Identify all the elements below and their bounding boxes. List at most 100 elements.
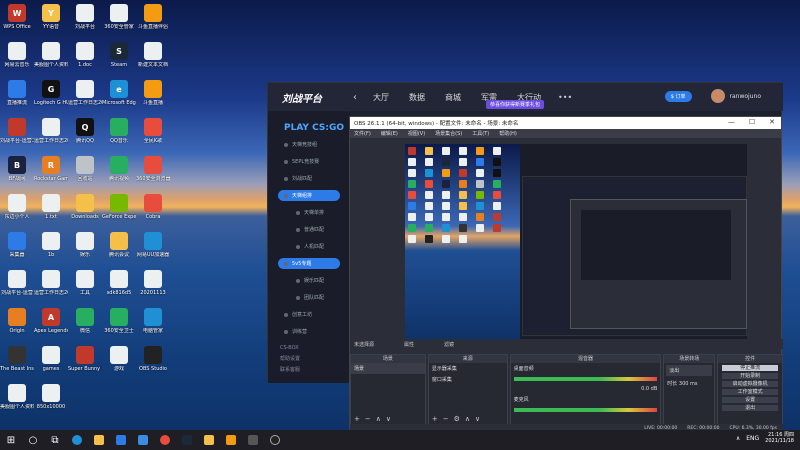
obs-icon[interactable] xyxy=(264,430,286,450)
sidebar-menu-item[interactable]: 娱乐匹配 xyxy=(278,275,340,286)
desktop-icon[interactable]: 850x10000 xyxy=(34,382,68,420)
promo-badge[interactable]: 恭喜你获得新赛季礼包 xyxy=(486,100,545,109)
transition-select[interactable]: 淡出 xyxy=(666,365,713,376)
wps-icon[interactable] xyxy=(198,430,220,450)
menu-edit[interactable]: 编辑(E) xyxy=(381,130,398,137)
studio-mode-button[interactable]: 工作室模式 xyxy=(722,389,778,395)
desktop-icon[interactable]: 1.txt xyxy=(34,192,68,230)
start-recording-button[interactable]: 开始录制 xyxy=(722,373,778,379)
desktop-icon[interactable]: B BF战网 xyxy=(0,154,34,192)
desktop-icon[interactable]: 网易UU加速器 xyxy=(136,230,170,268)
add-icon[interactable]: + xyxy=(432,415,438,423)
desktop-icon[interactable]: 20201113 xyxy=(136,268,170,306)
desktop-icon[interactable]: 微信 xyxy=(68,306,102,344)
more-icon[interactable]: ••• xyxy=(558,93,572,102)
desktop-icon[interactable]: 刘战平台-运营 xyxy=(0,268,34,306)
desktop-icon[interactable]: OBS Studio xyxy=(136,344,170,382)
sidebar-menu-item[interactable]: 5EPL竞技赛 xyxy=(278,156,340,167)
desktop-icon[interactable]: 网易云音乐 xyxy=(0,40,34,78)
sidebar-menu-item[interactable]: 人机匹配 xyxy=(278,241,340,252)
back-icon[interactable]: ‹ xyxy=(340,92,370,103)
up-icon[interactable]: ∧ xyxy=(376,415,381,423)
desktop-icon[interactable]: 斗鱼直播伴侣 xyxy=(136,2,170,40)
minimize-icon[interactable]: — xyxy=(728,118,735,126)
file-explorer-icon[interactable] xyxy=(88,430,110,450)
gear-icon[interactable]: ⚙ xyxy=(454,415,460,423)
properties-button[interactable]: 属性 xyxy=(404,341,414,348)
desktop-icon[interactable]: 娱乐 xyxy=(68,230,102,268)
sidebar-menu-item[interactable]: 天梯组排 xyxy=(278,190,340,201)
language-indicator[interactable]: ENG xyxy=(746,435,759,442)
desktop-icon[interactable]: sdk816d5 xyxy=(102,268,136,306)
desktop-icon[interactable]: 斗鱼直播 xyxy=(136,78,170,116)
desktop-icon[interactable]: e Microsoft Edge xyxy=(102,78,136,116)
desktop-icon[interactable]: Origin xyxy=(0,306,34,344)
tray-expand-icon[interactable]: ∧ xyxy=(736,435,740,442)
source-item[interactable]: 窗口采集 xyxy=(429,374,507,385)
steam-icon[interactable] xyxy=(176,430,198,450)
edge-icon[interactable] xyxy=(66,430,88,450)
desktop-icon[interactable]: 游戏 xyxy=(102,344,136,382)
platform-icon[interactable] xyxy=(242,430,264,450)
desktop-icon[interactable]: W WPS Office xyxy=(0,2,34,40)
desktop-icon[interactable]: Q 腾讯QQ xyxy=(68,116,102,154)
desktop-icon[interactable]: 腾讯视频 xyxy=(102,154,136,192)
desktop-icon[interactable]: 东边小个人 xyxy=(0,192,34,230)
desktop-icon[interactable]: 电脑管家 xyxy=(136,306,170,344)
sidebar-menu-item[interactable]: 5v5专题 xyxy=(278,258,340,269)
desktop-icon[interactable]: 刘战平台-运营工作日志 xyxy=(0,116,34,154)
desktop-icon[interactable]: 回收站 xyxy=(68,154,102,192)
desktop-icon[interactable]: 美服图个人资料1 xyxy=(34,40,68,78)
sidebar-menu-item[interactable]: 刘战匹配 xyxy=(278,173,340,184)
orders-button[interactable]: $ 订单 xyxy=(664,90,692,102)
remove-icon[interactable]: − xyxy=(365,415,371,423)
desktop-icon[interactable]: 运营工作日志20210503 xyxy=(34,268,68,306)
desktop-icon[interactable]: R Rockstar Games xyxy=(34,154,68,192)
sidebar-menu-item[interactable]: 普通匹配 xyxy=(278,224,340,235)
chrome-icon[interactable] xyxy=(154,430,176,450)
desktop-icon[interactable]: S Steam xyxy=(102,40,136,78)
footer-help[interactable]: 帮助设置 xyxy=(280,355,300,362)
footer-csbox[interactable]: CS-BOX xyxy=(280,345,300,351)
desktop-icon[interactable]: Downloads xyxy=(68,192,102,230)
desktop-icon[interactable]: games xyxy=(34,344,68,382)
source-item[interactable]: 显示器采集 xyxy=(429,363,507,374)
start-icon[interactable]: ⊞ xyxy=(0,430,22,450)
douyu-icon[interactable] xyxy=(220,430,242,450)
desktop-icon[interactable]: 采集器 xyxy=(0,230,34,268)
desktop-icon[interactable]: The Beast Inside xyxy=(0,344,34,382)
virtual-camera-button[interactable]: 启动虚拟摄像机 xyxy=(722,381,778,387)
menu-view[interactable]: 视图(V) xyxy=(408,130,425,137)
desktop-icon[interactable]: 腾讯会议 xyxy=(102,230,136,268)
desktop-icon[interactable]: QQ音乐 xyxy=(102,116,136,154)
up-icon[interactable]: ∧ xyxy=(465,415,470,423)
sidebar-menu-item[interactable]: 天梯单排 xyxy=(278,207,340,218)
desktop-icon[interactable]: 美服图个人资料 xyxy=(0,382,34,420)
desktop-icon[interactable]: Y YY语音 xyxy=(34,2,68,40)
nav-shop[interactable]: 商城 xyxy=(442,92,464,103)
desktop-icon[interactable]: Super Bunny Man xyxy=(68,344,102,382)
nav-lobby[interactable]: 大厅 xyxy=(370,92,392,103)
clock[interactable]: 21:16 周四 2021/11/18 xyxy=(765,432,794,444)
desktop-icon[interactable]: GeForce Experience xyxy=(102,192,136,230)
sidebar-menu-item[interactable]: 天梯竞技组 xyxy=(278,139,340,150)
settings-button[interactable]: 设置 xyxy=(722,397,778,403)
search-icon[interactable]: ○ xyxy=(22,430,44,450)
desktop-icon[interactable]: 全民K歌 xyxy=(136,116,170,154)
down-icon[interactable]: ∨ xyxy=(475,415,480,423)
menu-help[interactable]: 帮助(H) xyxy=(499,130,517,137)
task-view-icon[interactable]: ⧉ xyxy=(44,430,66,450)
nav-data[interactable]: 数据 xyxy=(406,92,428,103)
mail-icon[interactable] xyxy=(132,430,154,450)
desktop-icon[interactable]: 1.doc xyxy=(68,40,102,78)
desktop-icon[interactable]: 直播推流 xyxy=(0,78,34,116)
desktop-icon[interactable]: 360安全管家 xyxy=(102,2,136,40)
sidebar-menu-item[interactable]: 训练营 xyxy=(278,326,340,337)
desktop-icon[interactable]: Cobra xyxy=(136,192,170,230)
duration-input[interactable]: 300 ms xyxy=(679,381,698,387)
stop-streaming-button[interactable]: 停止推流 xyxy=(722,365,778,371)
menu-tools[interactable]: 工具(T) xyxy=(472,130,489,137)
store-icon[interactable] xyxy=(110,430,132,450)
desktop-icon[interactable]: 1b xyxy=(34,230,68,268)
desktop-icon[interactable]: 工具 xyxy=(68,268,102,306)
